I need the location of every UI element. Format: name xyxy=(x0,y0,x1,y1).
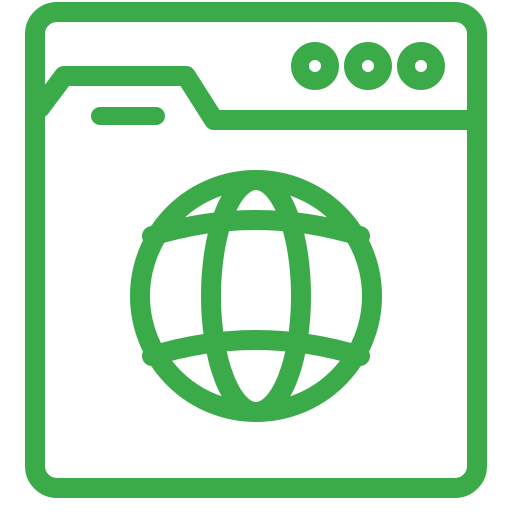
globe-upper-latitude xyxy=(142,210,370,246)
window-control-dot xyxy=(291,42,339,90)
globe-icon xyxy=(130,170,382,422)
globe-lower-latitude xyxy=(142,330,370,366)
icon-svg xyxy=(25,2,487,498)
window-control-dot xyxy=(344,42,392,90)
window-control-dot xyxy=(397,42,445,90)
browser-window-globe-icon xyxy=(0,0,512,512)
